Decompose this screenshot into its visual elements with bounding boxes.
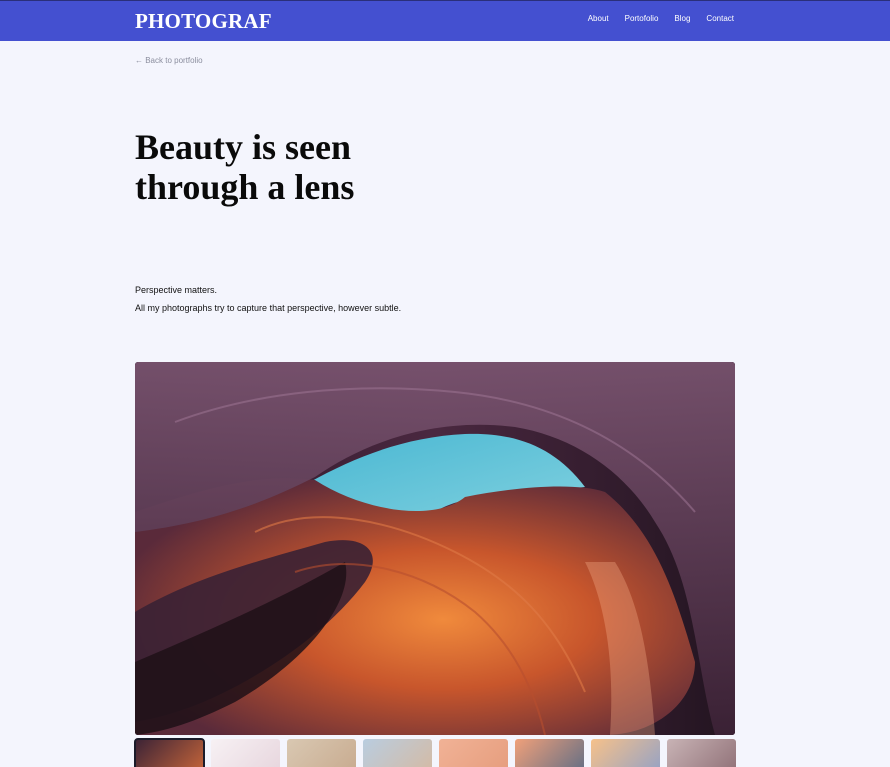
thumbnail-3[interactable]	[287, 739, 356, 767]
intro-line-2: All my photographs try to capture that p…	[135, 303, 402, 313]
thumbnail-7[interactable]	[591, 739, 660, 767]
nav-link-portofolio[interactable]: Portofolio	[625, 14, 659, 23]
navbar: PHOTOGRAF About Portofolio Blog Contact	[0, 0, 890, 41]
desert-thumb-icon	[363, 739, 432, 767]
dunes-thumb-icon	[287, 739, 356, 767]
thumbnail-4[interactable]	[363, 739, 432, 767]
thumbnail-strip	[134, 738, 736, 767]
page-title: Beauty is seen through a lens	[135, 127, 475, 207]
nav-link-about[interactable]: About	[588, 14, 609, 23]
back-to-portfolio-link[interactable]: ← Back to portfolio	[135, 56, 203, 65]
rock-thumb-icon	[667, 739, 736, 767]
nav-links: About Portofolio Blog Contact	[588, 14, 734, 23]
sunset-thumb-icon	[591, 739, 660, 767]
nav-link-contact[interactable]: Contact	[706, 14, 734, 23]
thumbnail-1[interactable]	[134, 738, 205, 767]
canyon-thumb-icon	[135, 739, 204, 767]
thumbnail-6[interactable]	[515, 739, 584, 767]
thumbnail-5[interactable]	[439, 739, 508, 767]
intro-text: Perspective matters. All my photographs …	[135, 281, 401, 317]
nav-link-blog[interactable]: Blog	[674, 14, 690, 23]
thumbnail-8[interactable]	[667, 739, 736, 767]
title-line-2: through a lens	[135, 167, 355, 207]
canyon-photo-icon	[135, 362, 735, 735]
title-line-1: Beauty is seen	[135, 127, 351, 167]
intro-line-1: Perspective matters.	[135, 285, 218, 295]
arch-thumb-icon	[439, 739, 508, 767]
ring-thumb-icon	[515, 739, 584, 767]
brand-logo[interactable]: PHOTOGRAF	[135, 9, 272, 34]
silk-thumb-icon	[211, 739, 280, 767]
hero-image	[135, 362, 735, 735]
thumbnail-2[interactable]	[211, 739, 280, 767]
